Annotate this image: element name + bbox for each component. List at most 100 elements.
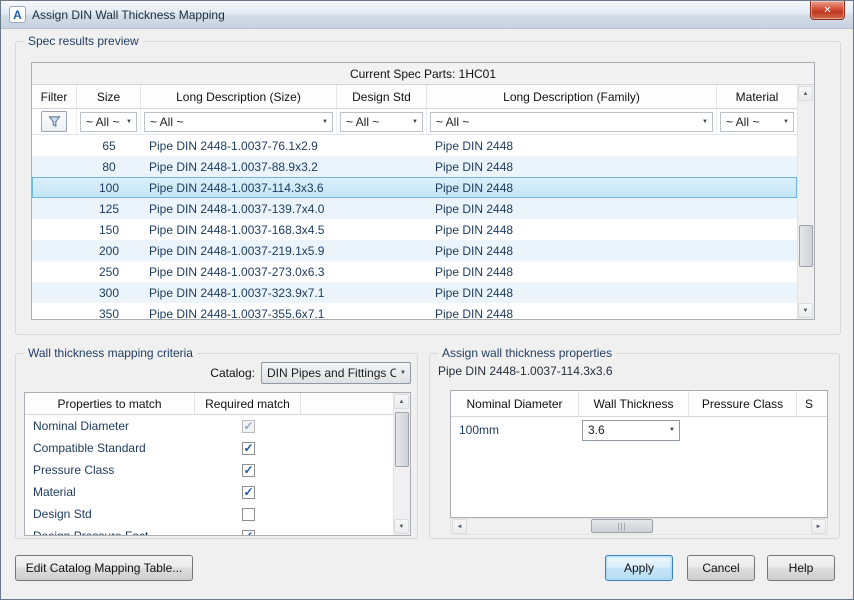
required-match-cell [195, 503, 301, 525]
required-match-checkbox[interactable] [242, 442, 255, 455]
criteria-vertical-scrollbar[interactable]: ▲ ▼ [393, 393, 410, 535]
cell-design-std [337, 261, 427, 282]
cell-filter [32, 219, 77, 240]
help-button[interactable]: Help [767, 555, 835, 581]
column-header-nominal-diameter: Nominal Diameter [451, 391, 579, 416]
chevron-down-icon: ▼ [122, 119, 136, 125]
cell-clipped [797, 417, 827, 443]
thumb-grip-icon: ||| [617, 522, 626, 531]
cell-size: 350 [77, 303, 141, 319]
cell-filter [32, 198, 77, 219]
cell-filter [32, 135, 77, 156]
required-match-checkbox[interactable] [242, 530, 255, 536]
long-description-family-filter-dropdown[interactable]: ~ All ~ ▼ [430, 112, 713, 132]
criteria-row: Design Pressure Fact [25, 525, 393, 535]
required-match-checkbox[interactable] [242, 486, 255, 499]
column-header-wall-thickness: Wall Thickness [579, 391, 689, 416]
required-match-checkbox[interactable] [242, 464, 255, 477]
column-header-material: Material [717, 85, 797, 108]
required-match-cell [195, 481, 301, 503]
scrollbar-thumb[interactable]: ||| [591, 519, 653, 533]
criteria-row: Compatible Standard [25, 437, 393, 459]
filter-cell-long-description-family: ~ All ~ ▼ [427, 109, 717, 134]
window-title: Assign DIN Wall Thickness Mapping [32, 8, 225, 22]
cell-long-description-size: Pipe DIN 2448-1.0037-273.0x6.3 [141, 261, 337, 282]
required-match-cell [195, 437, 301, 459]
cell-design-std [337, 282, 427, 303]
scroll-left-icon[interactable]: ◄ [452, 519, 467, 534]
spec-column-header-row: Filter Size Long Description (Size) Desi… [32, 85, 797, 109]
spec-row[interactable]: 350 Pipe DIN 2448-1.0037-355.6x7.1 Pipe … [32, 303, 797, 319]
apply-button[interactable]: Apply [605, 555, 673, 581]
column-header-size: Size [77, 85, 141, 108]
size-filter-dropdown[interactable]: ~ All ~ ▼ [80, 112, 137, 132]
cell-design-std [337, 135, 427, 156]
close-icon: ✕ [823, 5, 831, 16]
column-header-clipped: S [797, 391, 827, 416]
cell-long-description-family: Pipe DIN 2448 [427, 219, 717, 240]
assign-group-label: Assign wall thickness properties [438, 346, 616, 360]
scroll-up-icon[interactable]: ▲ [394, 394, 409, 409]
cell-long-description-family: Pipe DIN 2448 [427, 198, 717, 219]
cell-design-std [337, 303, 427, 319]
criteria-table: Properties to match Required match Nomin… [24, 392, 411, 536]
filter-funnel-button[interactable] [41, 111, 67, 132]
assign-horizontal-scrollbar[interactable]: ◄ ||| ► [450, 518, 828, 535]
scroll-down-icon[interactable]: ▼ [798, 303, 813, 318]
catalog-dropdown[interactable]: DIN Pipes and Fittings C ▼ [261, 362, 411, 384]
chevron-down-icon: ▼ [665, 427, 679, 433]
wall-thickness-dropdown[interactable]: 3.6 ▼ [582, 420, 680, 441]
filter-cell-design-std: ~ All ~ ▼ [337, 109, 427, 134]
cell-filter [32, 261, 77, 282]
cancel-button[interactable]: Cancel [687, 555, 755, 581]
design-std-filter-dropdown[interactable]: ~ All ~ ▼ [340, 112, 423, 132]
required-match-checkbox[interactable] [242, 508, 255, 521]
spec-row[interactable]: 80 Pipe DIN 2448-1.0037-88.9x3.2 Pipe DI… [32, 156, 797, 177]
cell-long-description-family: Pipe DIN 2448 [427, 177, 717, 198]
assign-din-wall-thickness-mapping-dialog: A Assign DIN Wall Thickness Mapping ✕ Sp… [0, 0, 854, 600]
cell-size: 250 [77, 261, 141, 282]
spec-row[interactable]: 250 Pipe DIN 2448-1.0037-273.0x6.3 Pipe … [32, 261, 797, 282]
spec-vertical-scrollbar[interactable]: ▲ ▼ [797, 85, 814, 319]
cell-filter [32, 282, 77, 303]
criteria-row: Design Std [25, 503, 393, 525]
column-header-properties-to-match: Properties to match [25, 393, 195, 414]
criteria-row: Pressure Class [25, 459, 393, 481]
property-label: Design Std [25, 503, 195, 525]
spec-rows: 65 Pipe DIN 2448-1.0037-76.1x2.9 Pipe DI… [32, 135, 797, 319]
funnel-icon [48, 115, 61, 128]
material-filter-dropdown[interactable]: ~ All ~ ▼ [720, 112, 794, 132]
edit-catalog-mapping-table-button[interactable]: Edit Catalog Mapping Table... [15, 555, 193, 581]
spec-row[interactable]: 125 Pipe DIN 2448-1.0037-139.7x4.0 Pipe … [32, 198, 797, 219]
property-label: Compatible Standard [25, 437, 195, 459]
spec-row[interactable]: 200 Pipe DIN 2448-1.0037-219.1x5.9 Pipe … [32, 240, 797, 261]
chevron-down-icon: ▼ [318, 119, 332, 125]
property-label: Design Pressure Fact [25, 525, 195, 535]
chevron-down-icon: ▼ [408, 119, 422, 125]
cell-material [717, 282, 797, 303]
spec-row[interactable]: 300 Pipe DIN 2448-1.0037-323.9x7.1 Pipe … [32, 282, 797, 303]
spec-row[interactable]: 65 Pipe DIN 2448-1.0037-76.1x2.9 Pipe DI… [32, 135, 797, 156]
autocad-app-icon: A [9, 6, 26, 23]
criteria-row: Material [25, 481, 393, 503]
assign-properties-table: Nominal Diameter Wall Thickness Pressure… [450, 390, 828, 518]
cell-long-description-size: Pipe DIN 2448-1.0037-355.6x7.1 [141, 303, 337, 319]
close-button[interactable]: ✕ [810, 1, 845, 20]
cell-long-description-size: Pipe DIN 2448-1.0037-168.3x4.5 [141, 219, 337, 240]
cell-size: 65 [77, 135, 141, 156]
spec-row[interactable]: 150 Pipe DIN 2448-1.0037-168.3x4.5 Pipe … [32, 219, 797, 240]
spec-parts-table: Current Spec Parts: 1HC01 Filter Size Lo… [31, 62, 815, 320]
scrollbar-thumb[interactable] [395, 412, 409, 467]
spec-row-selected[interactable]: 100 Pipe DIN 2448-1.0037-114.3x3.6 Pipe … [32, 177, 797, 198]
spacer-cell [301, 525, 393, 535]
scrollbar-thumb[interactable] [799, 225, 813, 267]
long-description-size-filter-dropdown[interactable]: ~ All ~ ▼ [144, 112, 333, 132]
cell-nominal-diameter: 100mm [451, 417, 579, 443]
scroll-down-icon[interactable]: ▼ [394, 519, 409, 534]
cell-long-description-family: Pipe DIN 2448 [427, 240, 717, 261]
required-match-cell [195, 459, 301, 481]
cell-material [717, 219, 797, 240]
scroll-up-icon[interactable]: ▲ [798, 86, 813, 101]
scroll-right-icon[interactable]: ► [811, 519, 826, 534]
cell-long-description-family: Pipe DIN 2448 [427, 303, 717, 319]
